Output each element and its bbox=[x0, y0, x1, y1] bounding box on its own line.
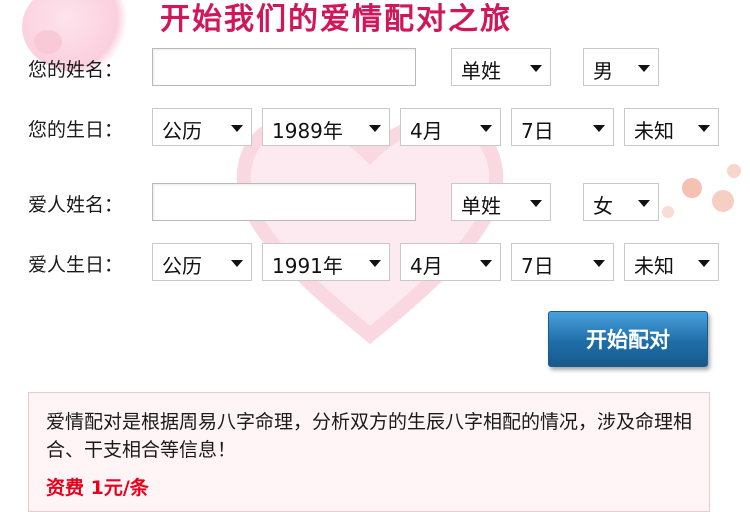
chevron-down-icon bbox=[369, 260, 381, 267]
partner-gender-value: 女 bbox=[593, 194, 613, 218]
your-hour-value: 未知 bbox=[634, 119, 674, 143]
chevron-down-icon bbox=[231, 125, 243, 132]
partner-surname-type-select[interactable]: 单姓 bbox=[451, 183, 551, 221]
partner-hour-select[interactable]: 未知 bbox=[624, 243, 719, 281]
partner-year-select[interactable]: 1991年 bbox=[262, 243, 390, 281]
chevron-down-icon bbox=[369, 125, 381, 132]
chevron-down-icon bbox=[593, 260, 605, 267]
partner-calendar-select[interactable]: 公历 bbox=[152, 243, 252, 281]
partner-month-select[interactable]: 4月 bbox=[400, 243, 501, 281]
chevron-down-icon bbox=[231, 260, 243, 267]
your-month-select[interactable]: 4月 bbox=[400, 108, 501, 146]
chevron-down-icon bbox=[480, 125, 492, 132]
chevron-down-icon bbox=[593, 125, 605, 132]
your-year-value: 1989年 bbox=[272, 119, 343, 143]
start-matching-button[interactable]: 开始配对 bbox=[548, 311, 708, 367]
your-calendar-select[interactable]: 公历 bbox=[152, 108, 252, 146]
decor-bubble bbox=[662, 206, 674, 218]
chevron-down-icon bbox=[638, 65, 650, 72]
your-surname-type-value: 单姓 bbox=[461, 59, 501, 83]
your-name-label: 您的姓名： bbox=[28, 59, 124, 81]
your-hour-select[interactable]: 未知 bbox=[624, 108, 719, 146]
partner-gender-select[interactable]: 女 bbox=[583, 183, 659, 221]
chevron-down-icon bbox=[480, 260, 492, 267]
chevron-down-icon bbox=[530, 65, 542, 72]
your-month-value: 4月 bbox=[410, 119, 443, 143]
partner-year-value: 1991年 bbox=[272, 254, 343, 278]
decor-bubble bbox=[682, 178, 702, 198]
partner-day-value: 7日 bbox=[521, 254, 554, 278]
decor-bubble bbox=[727, 164, 741, 178]
fee-text: 资费 1元/条 bbox=[46, 477, 149, 499]
partner-birthday-label: 爱人生日： bbox=[28, 254, 124, 276]
partner-hour-value: 未知 bbox=[634, 254, 674, 278]
decor-bubble bbox=[34, 30, 62, 54]
your-birthday-label: 您的生日： bbox=[28, 119, 124, 141]
partner-month-value: 4月 bbox=[410, 254, 443, 278]
partner-name-input[interactable] bbox=[152, 183, 416, 221]
decor-bubble bbox=[712, 190, 734, 212]
your-name-input[interactable] bbox=[152, 48, 416, 86]
chevron-down-icon bbox=[698, 260, 710, 267]
your-day-select[interactable]: 7日 bbox=[511, 108, 614, 146]
partner-calendar-value: 公历 bbox=[162, 254, 202, 278]
your-day-value: 7日 bbox=[521, 119, 554, 143]
chevron-down-icon bbox=[638, 200, 650, 207]
chevron-down-icon bbox=[530, 200, 542, 207]
page-title: 开始我们的爱情配对之旅 bbox=[160, 2, 512, 37]
info-description: 爱情配对是根据周易八字命理，分析双方的生辰八字相配的情况，涉及命理相合、干支相合… bbox=[46, 411, 693, 461]
chevron-down-icon bbox=[698, 125, 710, 132]
partner-surname-type-value: 单姓 bbox=[461, 194, 501, 218]
partner-name-label: 爱人姓名： bbox=[28, 194, 124, 216]
partner-day-select[interactable]: 7日 bbox=[511, 243, 614, 281]
your-gender-value: 男 bbox=[593, 59, 613, 83]
your-surname-type-select[interactable]: 单姓 bbox=[451, 48, 551, 86]
your-year-select[interactable]: 1989年 bbox=[262, 108, 390, 146]
your-gender-select[interactable]: 男 bbox=[583, 48, 659, 86]
your-calendar-value: 公历 bbox=[162, 119, 202, 143]
